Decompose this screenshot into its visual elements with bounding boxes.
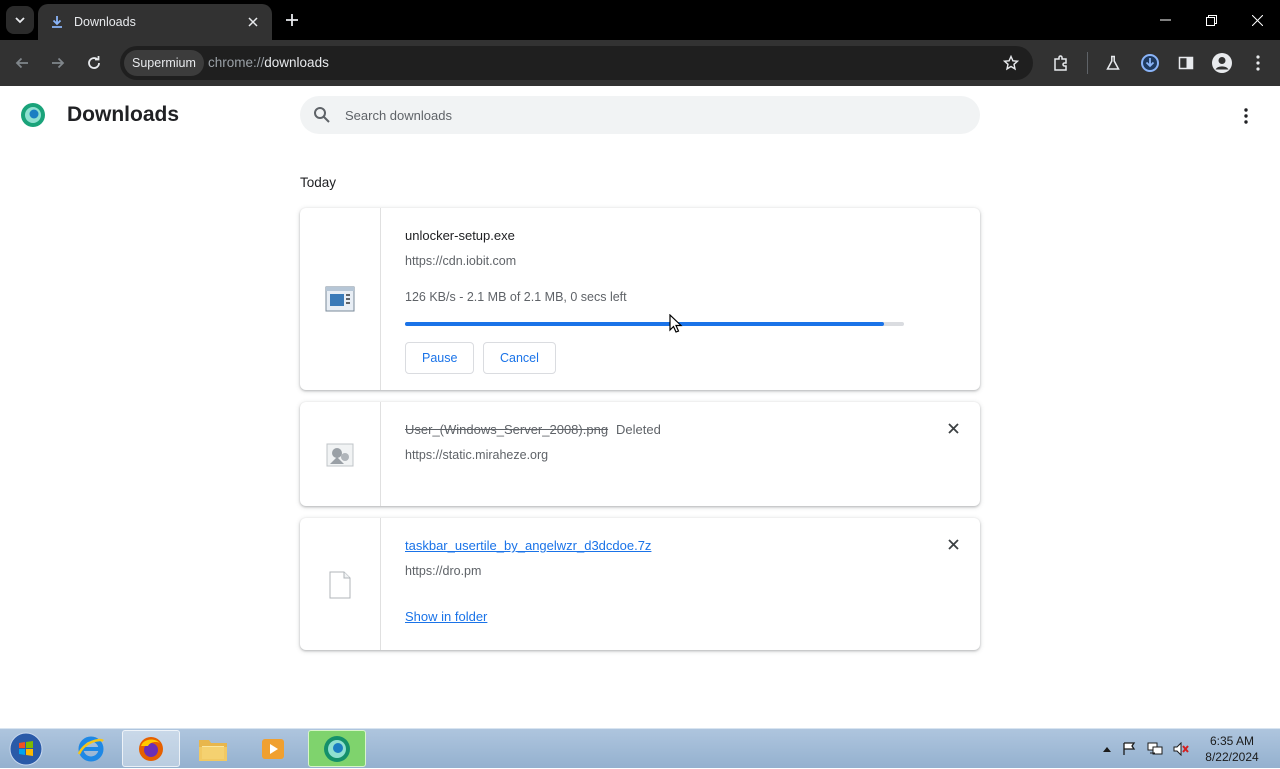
tab-search-button[interactable] — [6, 6, 34, 34]
more-vertical-icon — [1256, 55, 1260, 71]
chevron-down-icon — [15, 17, 25, 24]
search-box[interactable] — [300, 96, 980, 134]
toolbar-separator — [1087, 52, 1088, 74]
system-tray — [1098, 729, 1194, 769]
browser-menu-button[interactable] — [1244, 49, 1272, 77]
close-icon — [1251, 14, 1263, 26]
back-button[interactable] — [8, 49, 36, 77]
labs-button[interactable] — [1099, 49, 1127, 77]
clock-date: 8/22/2024 — [1205, 750, 1259, 764]
action-center-icon[interactable] — [1116, 742, 1142, 756]
account-icon — [1212, 53, 1232, 73]
source-url: https://cdn.iobit.com — [405, 254, 517, 268]
downloads-page: Downloads Today unlocker-setup.exe https… — [0, 86, 1280, 728]
taskbar-supermium[interactable] — [308, 730, 366, 767]
download-item-deleted: User_(Windows_Server_2008).png Deleted h… — [300, 402, 980, 506]
file-name: User_(Windows_Server_2008).png — [405, 422, 609, 437]
tab-downloads[interactable]: Downloads — [38, 4, 272, 40]
image-file-icon — [326, 443, 354, 467]
side-panel-icon — [1178, 56, 1194, 70]
puzzle-icon — [1054, 55, 1067, 71]
start-button[interactable] — [6, 731, 46, 767]
taskbar-media-player[interactable] — [244, 730, 302, 767]
url-host: downloads — [264, 55, 329, 70]
reload-icon — [88, 56, 100, 69]
taskbar-file-explorer[interactable] — [184, 730, 242, 767]
close-icon — [947, 538, 959, 550]
plus-icon — [286, 14, 298, 26]
date-header: Today — [300, 175, 337, 190]
progress-bar — [405, 322, 904, 326]
download-icon — [52, 16, 62, 28]
close-window-button[interactable] — [1234, 0, 1280, 40]
side-panel-button[interactable] — [1172, 49, 1200, 77]
clock-time: 6:35 AM — [1209, 734, 1255, 748]
search-input[interactable] — [345, 96, 945, 134]
taskbar-firefox[interactable] — [122, 730, 180, 767]
profile-button[interactable] — [1208, 49, 1236, 77]
progress-bar-fill — [405, 322, 885, 326]
pause-button[interactable]: Pause — [405, 342, 475, 374]
arrow-right-icon — [52, 57, 65, 69]
cancel-button[interactable]: Cancel — [483, 342, 556, 374]
mouse-pointer-icon — [669, 314, 683, 333]
tab-title: Downloads — [74, 15, 136, 29]
bookmark-star-icon[interactable] — [1001, 53, 1021, 73]
chevron-up-icon — [1103, 747, 1111, 752]
extensions-button[interactable] — [1047, 49, 1075, 77]
taskbar-clock[interactable]: 6:35 AM 8/22/2024 — [1196, 733, 1268, 765]
file-icon-column — [300, 208, 381, 390]
downloads-button[interactable] — [1136, 49, 1164, 77]
reload-button[interactable] — [80, 49, 108, 77]
minimize-icon — [1159, 19, 1171, 21]
download-item-completed: taskbar_usertile_by_angelwzr_d3dcdoe.7z … — [300, 518, 980, 650]
generic-file-icon — [329, 571, 351, 599]
show-hidden-icons-button[interactable] — [1098, 746, 1116, 752]
more-vertical-icon — [1244, 108, 1248, 124]
file-icon-column — [300, 402, 381, 506]
firefox-icon — [139, 736, 163, 761]
url-scheme: chrome:// — [208, 55, 265, 70]
source-url: https://static.miraheze.org — [405, 448, 549, 462]
network-icon[interactable] — [1142, 742, 1168, 756]
show-in-folder-link[interactable]: Show in folder — [405, 609, 487, 624]
profile-chip[interactable]: Supermium — [124, 50, 204, 76]
internet-explorer-icon — [77, 736, 104, 761]
address-bar[interactable]: Supermium chrome://downloads — [120, 46, 1033, 80]
exe-file-icon — [325, 286, 355, 312]
file-icon-column — [300, 518, 381, 650]
volume-muted-icon[interactable] — [1168, 742, 1194, 756]
restore-icon — [1205, 14, 1217, 26]
url-text[interactable]: chrome://downloads — [208, 46, 329, 80]
supermium-icon — [324, 735, 350, 762]
close-icon — [947, 422, 959, 434]
download-item-in-progress: unlocker-setup.exe https://cdn.iobit.com… — [300, 208, 980, 390]
page-title: Downloads — [67, 103, 180, 126]
folder-icon — [199, 739, 227, 761]
taskbar-internet-explorer[interactable] — [62, 730, 120, 767]
page-menu-button[interactable] — [1234, 104, 1258, 128]
remove-from-list-button[interactable] — [942, 533, 964, 555]
progress-status: 126 KB/s - 2.1 MB of 2.1 MB, 0 secs left — [405, 290, 627, 304]
arrow-left-icon — [15, 57, 28, 69]
remove-from-list-button[interactable] — [942, 417, 964, 439]
file-name: unlocker-setup.exe — [405, 228, 515, 243]
title-bar: Downloads — [0, 0, 1280, 40]
search-icon — [314, 107, 330, 123]
windows-taskbar: 6:35 AM 8/22/2024 — [0, 728, 1280, 768]
minimize-button[interactable] — [1142, 0, 1188, 40]
restore-button[interactable] — [1188, 0, 1234, 40]
browser-toolbar: Supermium chrome://downloads — [0, 40, 1280, 86]
tab-close-icon[interactable] — [244, 13, 262, 31]
forward-button[interactable] — [44, 49, 72, 77]
supermium-logo-icon — [21, 103, 45, 127]
file-name-link[interactable]: taskbar_usertile_by_angelwzr_d3dcdoe.7z — [405, 538, 651, 553]
flask-icon — [1106, 55, 1120, 70]
download-progress-icon — [1141, 54, 1159, 72]
windows-logo-icon — [9, 732, 43, 766]
status-badge: Deleted — [616, 422, 661, 437]
new-tab-button[interactable] — [280, 8, 304, 32]
source-url: https://dro.pm — [405, 564, 482, 578]
media-player-icon — [262, 738, 284, 759]
